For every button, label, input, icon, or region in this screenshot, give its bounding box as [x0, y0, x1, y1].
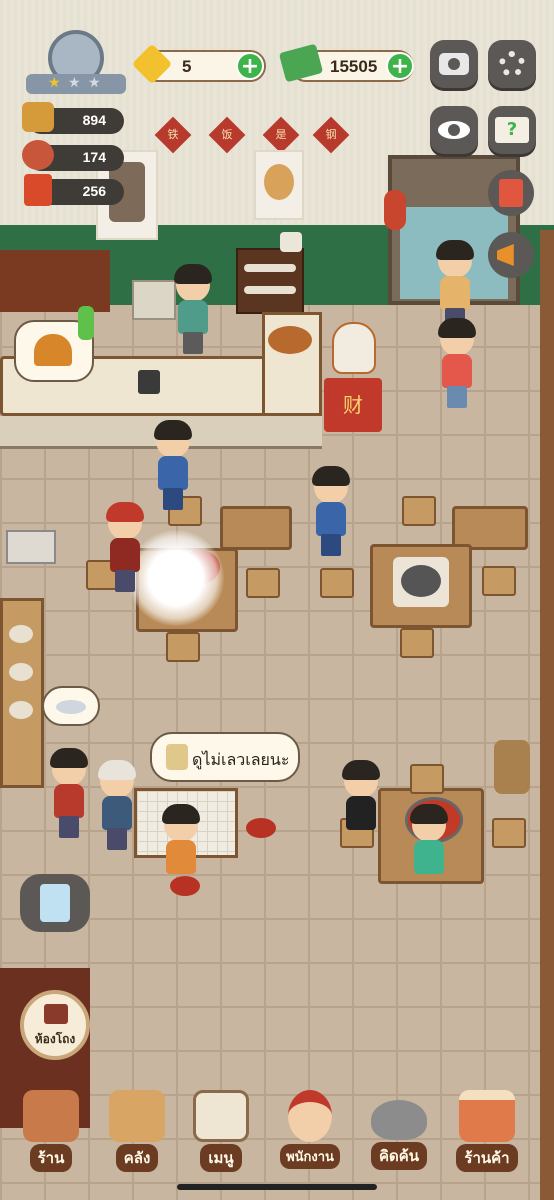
camera-button[interactable]: [430, 40, 478, 88]
rank-badge[interactable]: ★ ★ ★: [26, 30, 126, 100]
lucky-cat-pedestal: 财: [324, 378, 382, 432]
speech-bubble-text: ดูไม่เลวเลยนะ: [192, 750, 290, 769]
lantern-left: [384, 190, 406, 230]
nav-staff[interactable]: พนักงาน: [274, 1090, 346, 1174]
lucky-cat-sign: 财: [343, 393, 363, 417]
counter-pot: [268, 326, 312, 354]
chair: [166, 632, 200, 662]
bell-icon: [34, 334, 72, 366]
steamer-basket-stack: [494, 740, 530, 794]
home-indicator[interactable]: [177, 1184, 377, 1190]
customer-speech-bubble: ดูไม่เลวเลยนะ: [150, 732, 300, 782]
recipe-book-icon: [24, 174, 52, 206]
add-cash-button[interactable]: +: [386, 52, 414, 80]
nav-staff-label: พนักงาน: [280, 1144, 340, 1169]
camera-icon: [439, 53, 469, 75]
lucky-cat[interactable]: [332, 322, 376, 374]
sink: [6, 530, 56, 564]
settings-button[interactable]: [488, 40, 536, 88]
chair: [402, 496, 436, 526]
exclamation-icon: [78, 306, 94, 340]
newspaper-stand: [132, 280, 176, 320]
private-room-button[interactable]: ห้องโถง: [20, 990, 90, 1060]
view-toggle-button[interactable]: [430, 106, 478, 154]
building-icon: [44, 1004, 68, 1024]
nav-store-label: ร้านค้า: [456, 1144, 518, 1172]
cash-count: 15505: [330, 57, 378, 76]
cash-register: [138, 370, 160, 394]
nav-shop[interactable]: ร้าน: [16, 1090, 86, 1174]
wall-sign-3: 是: [262, 116, 300, 154]
private-room-label: ห้องโถง: [34, 1032, 76, 1046]
chair: [320, 568, 354, 598]
red-stool: [170, 876, 200, 896]
announcement-button[interactable]: [488, 232, 534, 278]
shop-house-icon: [23, 1090, 79, 1142]
meat-count: 174: [82, 149, 106, 165]
chair: [482, 566, 516, 596]
wall-sign-2: 饭: [208, 116, 246, 154]
clipboard-menu-icon: [193, 1090, 249, 1142]
staff-chef-icon: [288, 1090, 332, 1142]
right-wooden-wall: [540, 230, 554, 1200]
order-slip-icon: [166, 744, 188, 770]
help-book-icon: ?: [495, 117, 529, 143]
nav-recipe-label: คิดค้น: [370, 1142, 428, 1170]
boxes-icon: [109, 1090, 165, 1142]
wall-sign-1: 铁: [154, 116, 192, 154]
orders-button[interactable]: [20, 874, 90, 932]
red-book-icon: [499, 179, 523, 207]
nav-store[interactable]: ร้านค้า: [452, 1090, 522, 1174]
wok-icon: [371, 1100, 427, 1140]
chair: [410, 764, 444, 794]
fish-icon: [56, 700, 86, 714]
noodle-count: 894: [82, 112, 106, 128]
help-guide-button[interactable]: ?: [488, 106, 536, 154]
chair: [246, 568, 280, 598]
red-stool: [246, 818, 276, 838]
wall-poster-tiger: [254, 150, 304, 220]
food-plate-icon: [22, 140, 54, 170]
recipe-book-button[interactable]: [488, 170, 534, 216]
gear-icon: [499, 51, 525, 77]
plate-stack: [280, 232, 302, 252]
dining-table-upper-left[interactable]: [220, 506, 292, 550]
store-stall-icon: [459, 1090, 515, 1142]
thought-bubble: [42, 686, 100, 726]
steam-cloud: [128, 530, 224, 626]
gem-count: 5: [182, 57, 192, 76]
nav-storage-label: คลัง: [115, 1144, 159, 1172]
nav-recipe[interactable]: คิดค้น: [364, 1090, 434, 1174]
hotpot-table-right[interactable]: [370, 544, 472, 628]
add-gems-button[interactable]: +: [236, 52, 264, 80]
nav-storage[interactable]: คลัง: [102, 1090, 172, 1174]
noodle-bowl-icon: [22, 102, 54, 132]
clipboard-icon: [40, 884, 70, 922]
dish-shelf: [236, 248, 304, 314]
chair: [492, 818, 526, 848]
nav-shop-label: ร้าน: [29, 1144, 73, 1172]
nav-menu[interactable]: เมนู: [186, 1090, 256, 1174]
rank-stars: ★ ★ ★: [26, 74, 126, 94]
megaphone-icon: [497, 244, 514, 266]
chair: [400, 628, 434, 658]
wall-sign-4: 钢: [312, 116, 350, 154]
book-count: 256: [82, 183, 106, 199]
side-prep-counter: [0, 598, 44, 788]
bottle-rack: [0, 250, 110, 312]
nav-menu-label: เมนู: [200, 1144, 242, 1172]
eye-icon: [438, 121, 470, 139]
